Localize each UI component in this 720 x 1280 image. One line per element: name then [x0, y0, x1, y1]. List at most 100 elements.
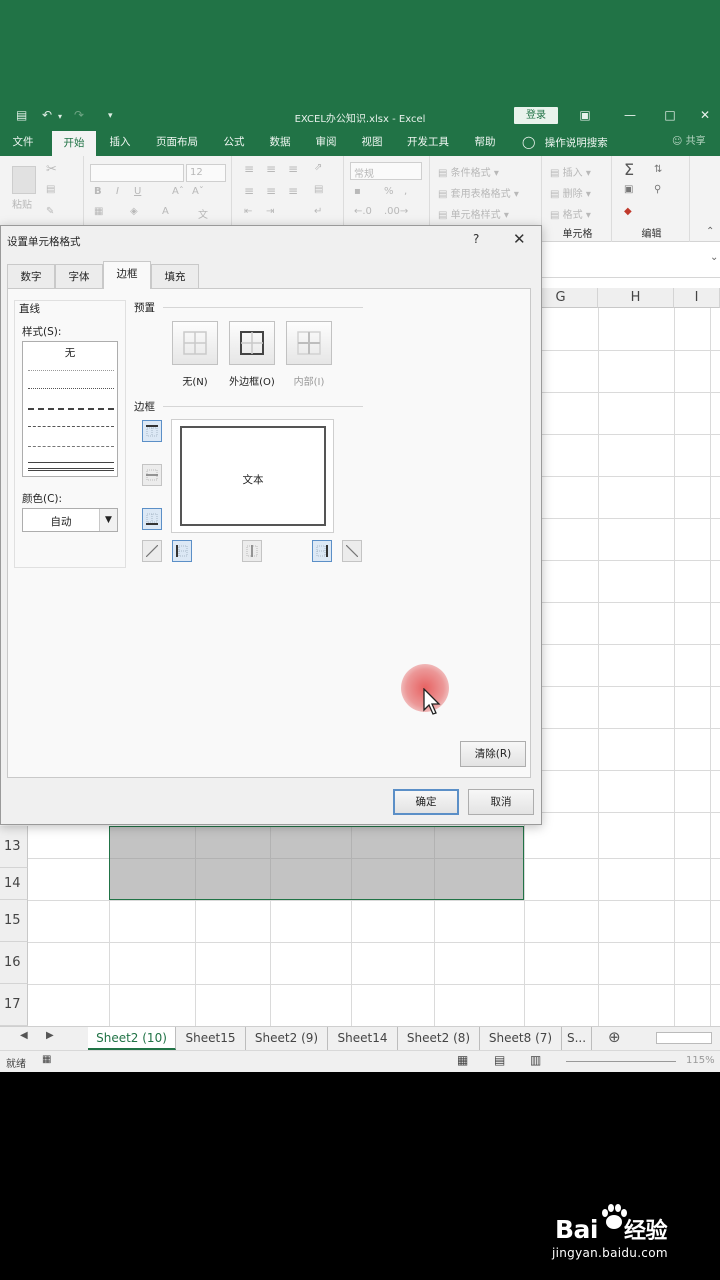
border-diagonal-down-button[interactable]	[342, 540, 362, 562]
increase-font-icon[interactable]: Aˆ	[172, 186, 184, 197]
line-style-option[interactable]	[28, 370, 114, 371]
align-top-icon[interactable]: ≡	[244, 162, 254, 176]
clear-button[interactable]: 清除(R)	[460, 741, 526, 767]
tab-fill[interactable]: 填充	[151, 264, 199, 288]
share-button[interactable]: ☺ 共享	[672, 128, 706, 156]
border-diagonal-up-button[interactable]	[142, 540, 162, 562]
ribbon-display-icon[interactable]: ▣	[575, 107, 595, 124]
line-style-option[interactable]	[28, 446, 114, 447]
align-bottom-icon[interactable]: ≡	[288, 162, 298, 176]
tab-developer[interactable]: 开发工具	[400, 128, 456, 156]
decrease-indent-icon[interactable]: ⇤	[244, 206, 252, 217]
format-cells-button[interactable]: ▤ 格式 ▾	[550, 206, 591, 221]
tab-data[interactable]: 数据	[262, 128, 298, 156]
percent-icon[interactable]: %	[384, 186, 394, 197]
normal-view-icon[interactable]: ▦	[457, 1053, 468, 1067]
phonetic-icon[interactable]: 文	[198, 206, 208, 221]
page-break-view-icon[interactable]: ▥	[530, 1053, 541, 1067]
tab-view[interactable]: 视图	[354, 128, 390, 156]
sheet-tab[interactable]: Sheet2 (9)	[246, 1027, 328, 1050]
wrap-text-icon[interactable]: ↵	[314, 206, 322, 217]
column-header-i[interactable]: I	[674, 288, 720, 308]
decrease-decimal-icon[interactable]: .00→	[384, 206, 408, 217]
autosum-icon[interactable]: Σ	[624, 160, 634, 179]
font-name-select[interactable]	[90, 164, 184, 182]
login-button[interactable]: 登录	[514, 107, 558, 124]
selected-range[interactable]	[109, 826, 524, 900]
row-header-17[interactable]: 17	[0, 984, 28, 1026]
merge-center-icon[interactable]: ▤	[314, 184, 323, 195]
border-middle-horizontal-button[interactable]	[142, 464, 162, 486]
tab-formulas[interactable]: 公式	[216, 128, 252, 156]
column-header-h[interactable]: H	[598, 288, 674, 308]
comma-icon[interactable]: ,	[404, 186, 407, 197]
tab-file[interactable]: 文件	[6, 128, 40, 156]
row-header-14[interactable]: 14	[0, 868, 28, 900]
copy-icon[interactable]: ▤	[46, 184, 55, 195]
line-style-option[interactable]	[28, 408, 114, 410]
prev-sheet-icon[interactable]: ◀	[20, 1030, 28, 1041]
tab-home[interactable]: 开始	[52, 131, 96, 156]
sort-filter-icon[interactable]: ⇅	[654, 164, 662, 175]
font-color-icon[interactable]: A	[162, 206, 169, 217]
insert-cells-button[interactable]: ▤ 插入 ▾	[550, 164, 591, 179]
increase-indent-icon[interactable]: ⇥	[266, 206, 274, 217]
cut-icon[interactable]: ✂	[46, 162, 57, 177]
preset-none-button[interactable]	[172, 321, 218, 365]
add-sheet-icon[interactable]: ⊕	[608, 1028, 621, 1046]
line-style-none[interactable]: 无	[23, 345, 117, 360]
align-right-icon[interactable]: ≡	[288, 184, 298, 198]
tell-me-search[interactable]: ◯ 操作说明搜索	[522, 128, 608, 156]
cell-styles-button[interactable]: ▤ 单元格样式 ▾	[438, 206, 509, 221]
tab-help[interactable]: 帮助	[468, 128, 502, 156]
sheet-tab[interactable]: Sheet8 (7)	[480, 1027, 562, 1050]
next-sheet-icon[interactable]: ▶	[46, 1030, 54, 1041]
row-header-13[interactable]: 13	[0, 826, 28, 868]
paste-icon[interactable]	[12, 166, 36, 194]
preset-outline-button[interactable]	[229, 321, 275, 365]
color-select[interactable]: 自动 ▼	[22, 508, 118, 532]
tab-review[interactable]: 审阅	[308, 128, 344, 156]
sheet-tab[interactable]: Sheet2 (8)	[398, 1027, 480, 1050]
border-preview-box[interactable]: 文本	[180, 426, 326, 526]
find-select-icon[interactable]: ⚲	[654, 184, 661, 195]
horizontal-scrollbar[interactable]	[656, 1032, 712, 1044]
row-header-15[interactable]: 15	[0, 900, 28, 942]
border-middle-vertical-button[interactable]	[242, 540, 262, 562]
help-icon[interactable]: ?	[473, 232, 479, 246]
cancel-button[interactable]: 取消	[468, 789, 534, 815]
line-style-option[interactable]	[28, 426, 114, 427]
maximize-icon[interactable]: □	[660, 107, 680, 124]
align-middle-icon[interactable]: ≡	[266, 162, 276, 176]
table-format-button[interactable]: ▤ 套用表格格式 ▾	[438, 185, 519, 200]
tab-border[interactable]: 边框	[103, 261, 151, 289]
number-format-select[interactable]: 常规	[350, 162, 422, 180]
expand-formula-bar-icon[interactable]: ⌄	[710, 252, 718, 263]
border-bottom-button[interactable]	[142, 508, 162, 530]
conditional-format-button[interactable]: ▤ 条件格式 ▾	[438, 164, 499, 179]
line-style-option[interactable]	[28, 462, 114, 463]
chevron-down-icon[interactable]: ▼	[99, 509, 117, 531]
fill-icon[interactable]: ▣	[624, 184, 633, 195]
minimize-icon[interactable]: —	[620, 107, 640, 124]
line-style-option[interactable]	[28, 468, 114, 472]
page-layout-view-icon[interactable]: ▤	[494, 1053, 505, 1067]
zoom-slider[interactable]	[566, 1061, 676, 1062]
bold-icon[interactable]: B	[94, 186, 102, 197]
borders-icon[interactable]: ▦	[94, 206, 103, 217]
border-left-button[interactable]	[172, 540, 192, 562]
close-window-icon[interactable]: ✕	[695, 107, 715, 124]
fill-color-icon[interactable]: ◈	[130, 206, 138, 217]
close-icon[interactable]: ✕	[513, 230, 526, 248]
tab-font[interactable]: 字体	[55, 264, 103, 288]
format-painter-icon[interactable]: ✎	[46, 206, 54, 217]
sheet-tab-active[interactable]: Sheet2 (10)	[88, 1027, 176, 1050]
underline-icon[interactable]: U	[134, 186, 141, 197]
currency-icon[interactable]: ▪	[354, 186, 361, 197]
increase-decimal-icon[interactable]: ←.0	[354, 206, 372, 217]
delete-cells-button[interactable]: ▤ 删除 ▾	[550, 185, 591, 200]
tab-page-layout[interactable]: 页面布局	[150, 128, 204, 156]
clear-icon[interactable]: ◆	[624, 206, 632, 217]
border-top-button[interactable]	[142, 420, 162, 442]
tab-number[interactable]: 数字	[7, 264, 55, 288]
